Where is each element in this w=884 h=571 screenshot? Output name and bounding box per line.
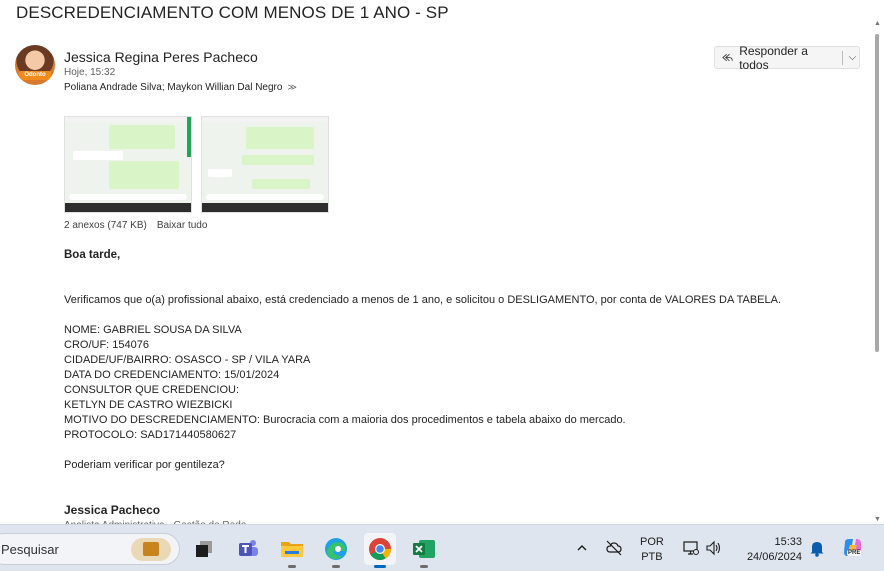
lang-line2: PTB [641, 551, 663, 563]
show-hidden-icons-chevron-icon[interactable] [576, 542, 588, 554]
reply-all-icon [722, 53, 733, 61]
copilot-badge: PRE [847, 550, 862, 556]
clock-time: 15:33 [774, 536, 802, 548]
running-indicator [288, 565, 296, 568]
attachment-thumbnail-1[interactable] [64, 116, 192, 213]
taskbar-chrome[interactable] [364, 533, 396, 568]
thumb-input [206, 194, 324, 200]
divider [841, 50, 843, 65]
copilot-icon [844, 539, 861, 556]
reply-all-label: Responder a todos [739, 43, 808, 72]
attachment-thumbnail-2[interactable] [201, 116, 329, 213]
task-view-icon [196, 541, 212, 557]
taskbar: Pesquisar POR PTB 15:33 24/06/2024 PRE [0, 524, 884, 571]
detail-line: PROTOCOLO: SAD171440580627 [64, 429, 237, 441]
volume-icon[interactable] [705, 539, 723, 557]
email-time: Hoje, 15:32 [64, 67, 116, 78]
thumb-bubble [109, 125, 175, 149]
running-indicator [374, 565, 386, 568]
details-block: NOME: GABRIEL SOUSA DA SILVA CRO/UF: 154… [64, 323, 854, 443]
thumb-taskbar [65, 203, 191, 212]
thumb-input [69, 194, 187, 200]
body-paragraph: Verificamos que o(a) profissional abaixo… [64, 294, 782, 306]
scroll-up-icon[interactable]: ▲ [874, 20, 881, 27]
clock-date: 24/06/2024 [746, 551, 802, 563]
attachments-count: 2 anexos (747 KB) [64, 220, 147, 231]
greeting: Boa tarde, [64, 249, 121, 261]
thumb-bubble [109, 161, 179, 189]
email-body: Boa tarde, Verificamos que o(a) profissi… [64, 248, 854, 473]
scrollbar-thumb[interactable] [875, 34, 879, 352]
detail-line: DATA DO CREDENCIAMENTO: 15/01/2024 [64, 369, 280, 381]
expand-recipients-icon[interactable]: ≫ [287, 82, 296, 93]
search-placeholder: Pesquisar [1, 541, 59, 557]
recipients-list[interactable]: Poliana Andrade Silva; Maykon Willian Da… [64, 82, 282, 93]
thumb-bubble [246, 127, 314, 149]
language-indicator[interactable]: POR PTB [640, 535, 664, 565]
folder-icon [281, 542, 303, 557]
taskbar-excel[interactable] [408, 533, 440, 568]
thumb-bubble [242, 155, 314, 165]
display-icon[interactable] [682, 539, 700, 557]
detail-line: CIDADE/UF/BAIRRO: OSASCO - SP / VILA YAR… [64, 354, 311, 366]
taskbar-file-explorer[interactable] [276, 533, 308, 568]
thumb-green-strip [187, 117, 191, 157]
reply-options-chevron-icon[interactable]: ⌵ [846, 52, 859, 63]
taskbar-task-view[interactable] [188, 533, 220, 565]
taskbar-search[interactable]: Pesquisar [0, 533, 180, 565]
sender-name[interactable]: Jessica Regina Peres Pacheco [64, 49, 258, 65]
thumb-header [65, 117, 191, 122]
download-all-link[interactable]: Baixar tudo [157, 220, 208, 231]
notifications-bell-icon[interactable] [809, 540, 825, 557]
system-clock[interactable]: 15:33 24/06/2024 [740, 535, 802, 565]
thumb-header [202, 117, 328, 122]
detail-line: NOME: GABRIEL SOUSA DA SILVA [64, 324, 242, 336]
excel-icon [413, 540, 435, 558]
cloud-offline-icon[interactable] [605, 539, 623, 557]
teams-icon [239, 540, 258, 556]
sender-avatar[interactable]: Odonto [15, 45, 55, 85]
reply-all-button[interactable]: Responder a todos ⌵ [714, 43, 860, 72]
scroll-down-icon[interactable]: ▼ [874, 516, 881, 523]
taskbar-teams[interactable] [232, 533, 264, 565]
running-indicator [420, 565, 428, 568]
thumb-bubble [73, 151, 123, 160]
question-line: Poderiam verificar por gentileza? [64, 459, 225, 471]
attachments-info: 2 anexos (747 KB) Baixar tudo [64, 220, 207, 231]
running-indicator [332, 565, 340, 568]
email-subject: DESCREDENCIAMENTO COM MENOS DE 1 ANO - S… [16, 3, 449, 22]
detail-line: KETLYN DE CASTRO WIEZBICKI [64, 399, 233, 411]
taskbar-edge[interactable] [320, 533, 352, 568]
vertical-scrollbar[interactable]: ▲ ▼ [873, 20, 881, 523]
detail-line: MOTIVO DO DESCREDENCIAMENTO: Burocracia … [64, 414, 626, 426]
recipients-line: Poliana Andrade Silva; Maykon Willian Da… [64, 82, 297, 93]
thumb-taskbar [202, 203, 328, 212]
thumb-bubble [252, 179, 310, 189]
detail-line: CRO/UF: 154076 [64, 339, 149, 351]
copilot-button[interactable]: PRE [841, 536, 865, 560]
chrome-icon [369, 538, 391, 560]
edge-icon [325, 538, 347, 560]
lang-line1: POR [640, 536, 664, 548]
briefcase-icon [131, 538, 171, 561]
detail-line: CONSULTOR QUE CREDENCIOU: [64, 384, 240, 396]
thumb-bubble [208, 169, 232, 177]
avatar-tag: Odonto [19, 71, 51, 80]
signature-name: Jessica Pacheco [64, 503, 161, 517]
